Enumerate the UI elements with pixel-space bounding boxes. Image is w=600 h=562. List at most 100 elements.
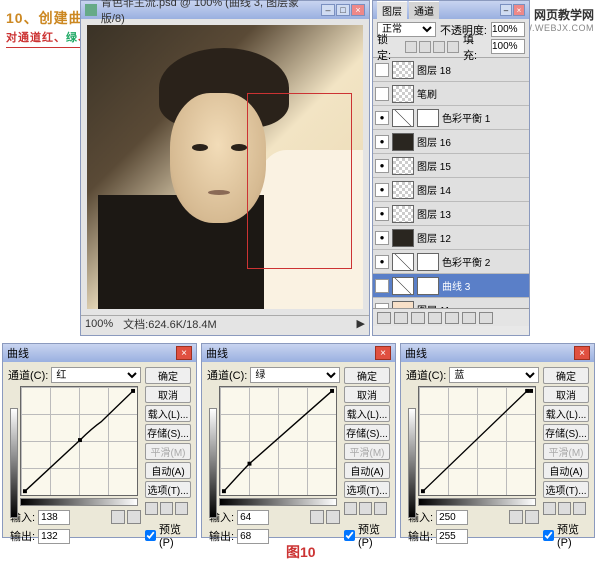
visibility-icon[interactable]: ● <box>375 231 389 245</box>
cancel-button[interactable]: 取消 <box>344 386 390 403</box>
eyedropper-black-icon[interactable] <box>145 502 158 515</box>
close-icon[interactable]: × <box>574 346 590 360</box>
folder-icon[interactable] <box>445 312 459 324</box>
fx-icon[interactable] <box>394 312 408 324</box>
save-button[interactable]: 存储(S)... <box>145 424 191 441</box>
eyedropper-gray-icon[interactable] <box>160 502 173 515</box>
layer-mask-thumb[interactable] <box>417 253 439 271</box>
layer-row[interactable]: ● 图层 12 <box>373 226 529 250</box>
input-field[interactable] <box>237 510 269 525</box>
auto-button[interactable]: 自动(A) <box>145 462 191 479</box>
layer-thumbnail[interactable] <box>392 301 414 309</box>
curve-graph[interactable] <box>20 386 138 496</box>
cancel-button[interactable]: 取消 <box>543 386 589 403</box>
preview-checkbox[interactable] <box>145 530 156 541</box>
auto-button[interactable]: 自动(A) <box>344 462 390 479</box>
visibility-icon[interactable] <box>375 63 389 77</box>
layer-row[interactable]: ● 图层 13 <box>373 202 529 226</box>
options-button[interactable]: 选项(T)... <box>543 481 589 498</box>
layer-mask-thumb[interactable] <box>417 109 439 127</box>
layers-titlebar[interactable]: 图层 通道 –× <box>373 1 529 19</box>
layer-row[interactable]: 笔刷 <box>373 82 529 106</box>
save-button[interactable]: 存储(S)... <box>344 424 390 441</box>
layer-name[interactable]: 图层 16 <box>417 134 527 149</box>
preview-checkbox[interactable] <box>543 530 554 541</box>
layer-list[interactable]: 图层 18笔刷●色彩平衡 1●图层 16●图层 15●图层 14●图层 13●图… <box>373 58 529 308</box>
layer-thumbnail[interactable] <box>392 229 414 247</box>
layer-thumbnail[interactable] <box>392 157 414 175</box>
input-field[interactable] <box>436 510 468 525</box>
layer-row[interactable]: ● 曲线 3 <box>373 274 529 298</box>
curve-tool-icon[interactable] <box>509 510 523 524</box>
layer-name[interactable]: 图层 12 <box>417 230 527 245</box>
minimize-button[interactable]: – <box>321 4 335 16</box>
layer-name[interactable]: 笔刷 <box>417 86 527 101</box>
panel-close-icon[interactable]: × <box>513 4 525 16</box>
adjust-icon[interactable] <box>428 312 442 324</box>
output-field[interactable] <box>436 529 468 544</box>
layer-name[interactable]: 曲线 3 <box>442 278 527 293</box>
zoom-display[interactable]: 100% <box>85 318 113 330</box>
visibility-icon[interactable]: ● <box>375 279 389 293</box>
opacity-input[interactable] <box>491 22 525 37</box>
pencil-tool-icon[interactable] <box>326 510 340 524</box>
visibility-icon[interactable]: ● <box>375 207 389 221</box>
link-icon[interactable] <box>377 312 391 324</box>
eyedropper-gray-icon[interactable] <box>558 502 571 515</box>
layer-name[interactable]: 色彩平衡 2 <box>442 254 527 269</box>
curve-graph[interactable] <box>418 386 536 496</box>
curve-tool-icon[interactable] <box>111 510 125 524</box>
channel-select[interactable]: 蓝 <box>449 367 539 383</box>
layer-name[interactable]: 图层 18 <box>417 62 527 77</box>
layer-row[interactable]: ●色彩平衡 1 <box>373 106 529 130</box>
tab-channels[interactable]: 通道 <box>409 1 439 19</box>
panel-min-icon[interactable]: – <box>500 4 512 16</box>
channel-select[interactable]: 红 <box>51 367 141 383</box>
auto-button[interactable]: 自动(A) <box>543 462 589 479</box>
layer-thumbnail[interactable] <box>392 85 414 103</box>
eyedropper-white-icon[interactable] <box>573 502 586 515</box>
visibility-icon[interactable]: ● <box>375 303 389 309</box>
curves-titlebar[interactable]: 曲线× <box>3 344 196 362</box>
new-icon[interactable] <box>462 312 476 324</box>
options-button[interactable]: 选项(T)... <box>145 481 191 498</box>
save-button[interactable]: 存储(S)... <box>543 424 589 441</box>
document-canvas[interactable] <box>87 25 363 309</box>
layer-row[interactable]: ● 图层 16 <box>373 130 529 154</box>
eyedropper-black-icon[interactable] <box>543 502 556 515</box>
curves-titlebar[interactable]: 曲线× <box>202 344 395 362</box>
eyedropper-gray-icon[interactable] <box>359 502 372 515</box>
fill-input[interactable] <box>491 39 525 54</box>
load-button[interactable]: 载入(L)... <box>543 405 589 422</box>
visibility-icon[interactable]: ● <box>375 135 389 149</box>
tab-layers[interactable]: 图层 <box>377 1 407 19</box>
maximize-button[interactable]: □ <box>336 4 350 16</box>
cancel-button[interactable]: 取消 <box>145 386 191 403</box>
layer-name[interactable]: 图层 13 <box>417 206 527 221</box>
pencil-tool-icon[interactable] <box>127 510 141 524</box>
layer-name[interactable]: 色彩平衡 1 <box>442 110 527 125</box>
lock-icons[interactable] <box>405 41 459 53</box>
layer-row[interactable]: ●图层 11 <box>373 298 529 308</box>
load-button[interactable]: 载入(L)... <box>344 405 390 422</box>
preview-checkbox[interactable] <box>344 530 355 541</box>
output-field[interactable] <box>237 529 269 544</box>
layer-row[interactable]: 图层 18 <box>373 58 529 82</box>
close-icon[interactable]: × <box>176 346 192 360</box>
statusbar-menu-icon[interactable]: ▶ <box>357 317 365 330</box>
channel-select[interactable]: 绿 <box>250 367 340 383</box>
layer-thumbnail[interactable] <box>392 253 414 271</box>
trash-icon[interactable] <box>479 312 493 324</box>
layer-row[interactable]: ●色彩平衡 2 <box>373 250 529 274</box>
layer-name[interactable]: 图层 15 <box>417 158 527 173</box>
output-field[interactable] <box>38 529 70 544</box>
curve-tool-icon[interactable] <box>310 510 324 524</box>
layer-mask-thumb[interactable] <box>417 277 439 295</box>
layer-thumbnail[interactable] <box>392 181 414 199</box>
document-titlebar[interactable]: 青色非主流.psd @ 100% (曲线 3, 图层蒙版/8) – □ × <box>81 1 369 19</box>
load-button[interactable]: 载入(L)... <box>145 405 191 422</box>
mask-icon[interactable] <box>411 312 425 324</box>
visibility-icon[interactable] <box>375 87 389 101</box>
visibility-icon[interactable]: ● <box>375 159 389 173</box>
layer-row[interactable]: ●图层 14 <box>373 178 529 202</box>
